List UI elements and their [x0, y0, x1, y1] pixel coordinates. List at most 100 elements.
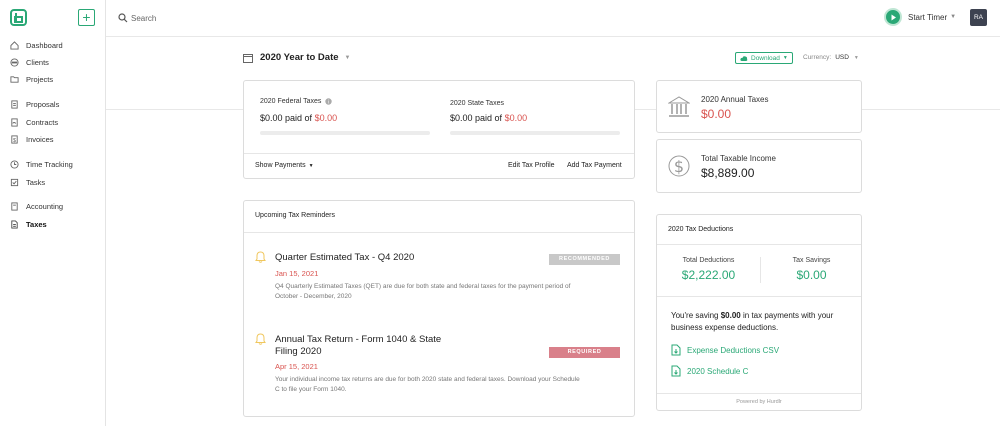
- reminder-description: Q4 Quarterly Estimated Taxes (QET) are d…: [275, 282, 625, 302]
- tax-savings-label: Tax Savings: [792, 257, 831, 264]
- svg-text:$: $: [674, 157, 684, 176]
- reminder-description-line: C to file your Form 1040.: [275, 386, 347, 393]
- sidebar-item-accounting[interactable]: Accounting: [10, 200, 63, 212]
- top-bar: Start Timer ▼ RA: [106, 0, 1000, 37]
- card-divider: [657, 296, 861, 297]
- sidebar-item-label: Invoices: [26, 134, 54, 144]
- annual-taxes-card: 2020 Annual Taxes $0.00: [656, 80, 862, 133]
- sidebar-item-invoices[interactable]: $ Invoices: [10, 133, 54, 145]
- federal-progress-bar: [260, 131, 430, 135]
- add-tax-payment-link[interactable]: Add Tax Payment: [567, 162, 622, 169]
- sidebar-item-label: Proposals: [26, 99, 60, 109]
- state-progress-bar: [450, 131, 620, 135]
- total-deductions-value: $2,222.00: [681, 268, 736, 282]
- reminder-description: Your individual income tax returns are d…: [275, 375, 627, 395]
- reminder-description-line: Q4 Quarterly Estimated Taxes (QET) are d…: [275, 283, 571, 290]
- state-paid-prefix: $0.00 paid of: [450, 113, 503, 123]
- chevron-down-icon: ▼: [782, 55, 788, 61]
- savings-message-amount: $0.00: [720, 311, 741, 320]
- search-icon: [118, 13, 128, 23]
- download-button[interactable]: Download ▼: [735, 52, 793, 64]
- file-download-icon: [671, 344, 681, 356]
- expense-deductions-csv-link[interactable]: Expense Deductions CSV: [671, 344, 779, 356]
- powered-by: Powered by Hurdlr: [736, 399, 782, 405]
- bell-icon: [255, 251, 266, 263]
- sidebar-item-proposals[interactable]: Proposals: [10, 98, 59, 110]
- state-total: $0.00: [504, 113, 528, 123]
- avatar[interactable]: RA: [970, 9, 987, 26]
- taxable-income-label: Total Taxable Income: [701, 154, 777, 163]
- bell-icon: [255, 333, 266, 345]
- sidebar-item-label: Contracts: [26, 117, 59, 127]
- expense-deductions-csv-label: Expense Deductions CSV: [687, 345, 780, 355]
- reminder-date: Apr 15, 2021: [275, 362, 318, 371]
- sidebar-item-dashboard[interactable]: Dashboard: [10, 39, 63, 51]
- start-timer-label: Start Timer: [908, 12, 948, 22]
- svg-text:$: $: [13, 137, 16, 143]
- download-label: Download: [751, 54, 780, 62]
- taxable-income-value: $8,889.00: [701, 166, 755, 180]
- info-icon[interactable]: i: [325, 98, 333, 106]
- card-divider: [657, 393, 861, 394]
- period-selector[interactable]: 2020 Year to Date ▼: [243, 52, 350, 63]
- sidebar-item-tasks[interactable]: Tasks: [10, 176, 45, 188]
- taxes-icon: [11, 219, 18, 229]
- file-download-icon: [671, 365, 681, 377]
- app-logo-icon[interactable]: [10, 9, 27, 26]
- savings-message-suffix: in tax payments with your: [743, 311, 834, 320]
- period-label: 2020 Year to Date: [260, 52, 339, 63]
- contract-icon: [11, 117, 18, 127]
- add-button[interactable]: +: [78, 9, 95, 26]
- sidebar-item-projects[interactable]: Projects: [10, 73, 53, 85]
- total-deductions: Total Deductions $2,222.00: [657, 257, 760, 282]
- card-divider: [657, 244, 861, 245]
- currency-selector[interactable]: Currency: USD ▼: [803, 54, 859, 61]
- currency-label: Currency:: [803, 54, 832, 61]
- start-timer-button[interactable]: Start Timer ▼: [884, 8, 956, 26]
- required-badge: REQUIRED: [549, 347, 620, 358]
- cloud-download-icon: [740, 55, 748, 61]
- chevron-down-icon: ▼: [344, 54, 351, 61]
- savings-message: You're saving $0.00 in tax payments with…: [671, 310, 856, 334]
- chevron-down-icon: ▼: [950, 14, 957, 20]
- state-taxes-label: 2020 State Taxes: [450, 100, 504, 107]
- tax-payments-card: 2020 Federal Taxes i $0.00 paid of $0.00…: [243, 80, 635, 179]
- sidebar-item-contracts[interactable]: Contracts: [10, 116, 58, 128]
- card-divider: [244, 153, 634, 154]
- sidebar-item-time-tracking[interactable]: Time Tracking: [10, 158, 73, 170]
- savings-message-prefix: You're saving: [671, 311, 719, 320]
- sidebar-item-label: Tasks: [26, 177, 46, 187]
- sidebar-item-clients[interactable]: Clients: [10, 56, 49, 68]
- tax-savings-value: $0.00: [796, 268, 827, 282]
- sidebar: + Dashboard Clients Projects Proposals C…: [0, 0, 106, 426]
- reminders-title: Upcoming Tax Reminders: [255, 212, 336, 219]
- savings-message-line: You're saving $0.00 in tax payments with…: [671, 310, 856, 322]
- edit-tax-profile-link[interactable]: Edit Tax Profile: [508, 162, 555, 169]
- search-input[interactable]: [131, 11, 331, 25]
- annual-taxes-value: $0.00: [701, 107, 732, 121]
- show-payments-toggle[interactable]: Show Payments ▼: [255, 162, 314, 169]
- sidebar-item-taxes[interactable]: Taxes: [10, 218, 47, 230]
- home-icon: [10, 40, 19, 50]
- sidebar-item-label: Accounting: [26, 201, 64, 211]
- sidebar-item-label: Time Tracking: [26, 159, 73, 169]
- svg-text:i: i: [328, 100, 329, 106]
- tasks-icon: [10, 178, 19, 186]
- play-icon: [884, 8, 902, 26]
- reminder-description-line: Your individual income tax returns are d…: [275, 376, 580, 383]
- federal-paid: $0.00 paid of $0.00: [260, 113, 337, 123]
- reminder-title: Annual Tax Return - Form 1040 & State Fi…: [275, 334, 475, 358]
- card-divider: [244, 232, 634, 233]
- reminder-date: Jan 15, 2021: [275, 269, 319, 278]
- currency-value: USD: [835, 54, 849, 61]
- federal-taxes-label: 2020 Federal Taxes: [260, 98, 322, 105]
- calendar-icon: [243, 53, 253, 63]
- chevron-down-icon: ▼: [308, 162, 314, 169]
- schedule-c-label: 2020 Schedule C: [687, 366, 749, 376]
- sidebar-item-label: Clients: [26, 57, 49, 67]
- accounting-icon: [11, 201, 18, 211]
- sidebar-item-label: Projects: [26, 74, 54, 84]
- taxable-income-card: $ Total Taxable Income $8,889.00: [656, 139, 862, 193]
- schedule-c-link[interactable]: 2020 Schedule C: [671, 365, 748, 377]
- sidebar-item-label: Taxes: [26, 219, 47, 229]
